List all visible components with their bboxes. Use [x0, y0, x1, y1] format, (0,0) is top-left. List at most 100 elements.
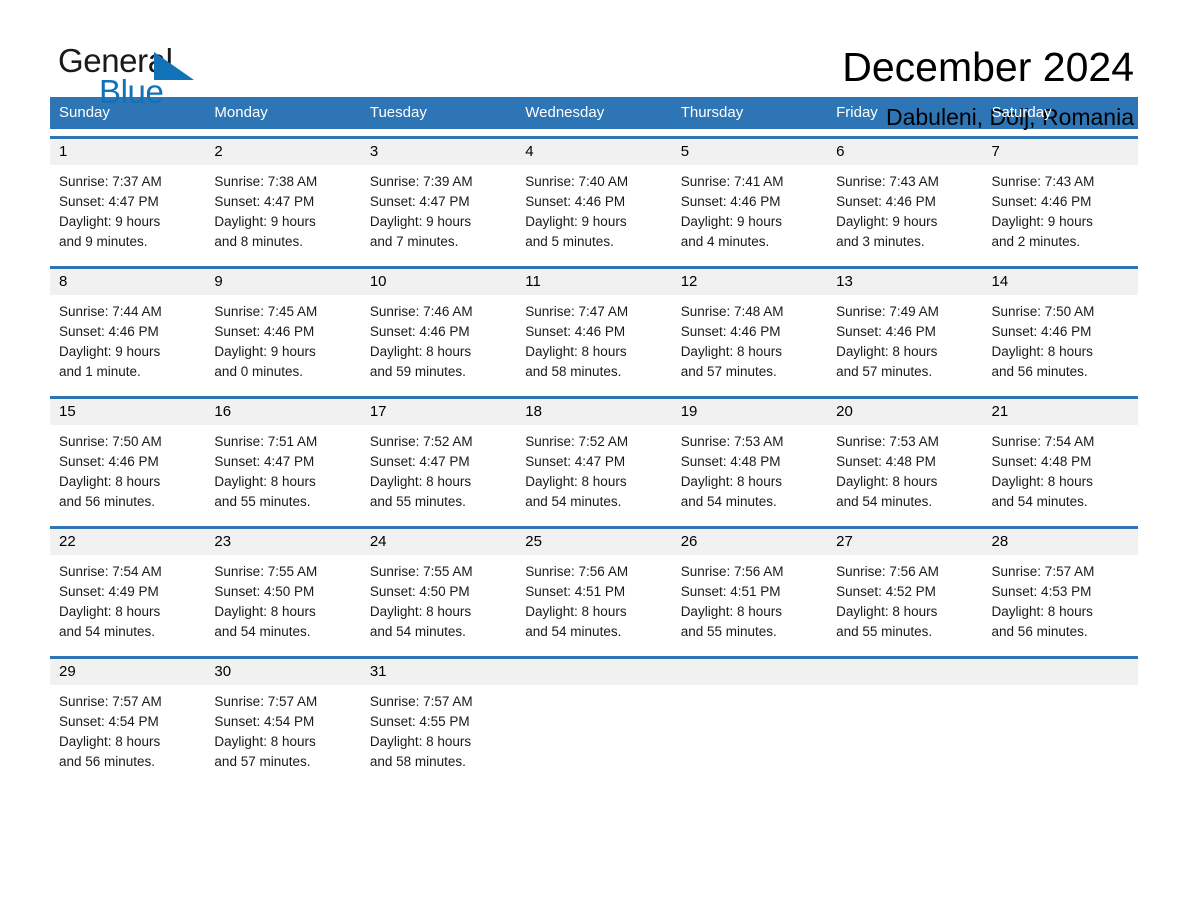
daylight-text-line2: and 54 minutes. — [680, 494, 777, 509]
sunrise-text: Sunrise: 7:45 AM — [214, 304, 318, 319]
day-cell[interactable]: 14 Sunrise: 7:50 AM Sunset: 4:46 PM Dayl… — [982, 269, 1138, 389]
calendar-page: General Blue December 2024 Dabuleni, Dol… — [0, 0, 1188, 918]
day-number: 3 — [360, 139, 517, 165]
day-cell[interactable]: 8 Sunrise: 7:44 AM Sunset: 4:46 PM Dayli… — [50, 269, 206, 389]
daylight-text-line2: and 58 minutes. — [525, 364, 622, 379]
sunset-text: Sunset: 4:53 PM — [991, 584, 1092, 599]
daylight-text-line1: Daylight: 9 hours — [680, 214, 782, 229]
daylight-text-line1: Daylight: 8 hours — [991, 604, 1093, 619]
day-cell[interactable]: 3 Sunrise: 7:39 AM Sunset: 4:47 PM Dayli… — [360, 139, 517, 259]
daylight-text-line1: Daylight: 8 hours — [214, 604, 316, 619]
day-cell[interactable]: 11 Sunrise: 7:47 AM Sunset: 4:46 PM Dayl… — [516, 269, 672, 389]
sunrise-text: Sunrise: 7:57 AM — [991, 564, 1095, 579]
daylight-text-line2: and 54 minutes. — [991, 494, 1088, 509]
sunrise-text: Sunrise: 7:37 AM — [59, 174, 162, 189]
day-number: 20 — [827, 399, 983, 425]
day-cell[interactable]: 16 Sunrise: 7:51 AM Sunset: 4:47 PM Dayl… — [205, 399, 361, 519]
sunset-text: Sunset: 4:47 PM — [59, 194, 159, 209]
day-cell[interactable]: 15 Sunrise: 7:50 AM Sunset: 4:46 PM Dayl… — [50, 399, 206, 519]
day-details — [516, 685, 671, 692]
sunset-text: Sunset: 4:50 PM — [369, 584, 470, 599]
sunrise-text: Sunrise: 7:57 AM — [59, 694, 162, 709]
day-number: 17 — [360, 399, 517, 425]
sunrise-text: Sunrise: 7:53 AM — [836, 434, 939, 449]
day-cell[interactable]: 20 Sunrise: 7:53 AM Sunset: 4:48 PM Dayl… — [827, 399, 983, 519]
daylight-text-line2: and 5 minutes. — [525, 234, 614, 249]
sunset-text: Sunset: 4:47 PM — [369, 454, 470, 469]
day-cell-empty — [516, 659, 672, 779]
week-row: 1 Sunrise: 7:37 AM Sunset: 4:47 PM Dayli… — [50, 136, 1138, 259]
logo-text-blue: Blue — [99, 73, 164, 110]
daylight-text-line2: and 0 minutes. — [214, 364, 303, 379]
sunrise-text: Sunrise: 7:48 AM — [680, 304, 784, 319]
sunrise-text: Sunrise: 7:57 AM — [214, 694, 318, 709]
sunrise-text: Sunrise: 7:50 AM — [59, 434, 162, 449]
day-details: Sunrise: 7:56 AM Sunset: 4:51 PM Dayligh… — [672, 555, 827, 642]
daylight-text-line1: Daylight: 9 hours — [214, 214, 316, 229]
daylight-text-line2: and 56 minutes. — [59, 494, 156, 509]
day-cell[interactable]: 5 Sunrise: 7:41 AM Sunset: 4:46 PM Dayli… — [671, 139, 828, 259]
daylight-text-line1: Daylight: 8 hours — [369, 734, 472, 749]
day-cell-empty — [671, 659, 828, 779]
day-details: Sunrise: 7:57 AM Sunset: 4:54 PM Dayligh… — [50, 685, 205, 772]
day-cell[interactable]: 31 Sunrise: 7:57 AM Sunset: 4:55 PM Dayl… — [360, 659, 517, 779]
day-cell[interactable]: 30 Sunrise: 7:57 AM Sunset: 4:54 PM Dayl… — [205, 659, 361, 779]
weekday-header-row: Sunday Monday Tuesday Wednesday Thursday… — [50, 97, 1138, 129]
general-blue-logo[interactable]: General Blue — [50, 42, 210, 116]
day-details: Sunrise: 7:56 AM Sunset: 4:51 PM Dayligh… — [516, 555, 671, 642]
day-cell[interactable]: 10 Sunrise: 7:46 AM Sunset: 4:46 PM Dayl… — [360, 269, 517, 389]
daylight-text-line2: and 55 minutes. — [680, 624, 777, 639]
daylight-text-line1: Daylight: 8 hours — [836, 604, 938, 619]
daylight-text-line2: and 57 minutes. — [680, 364, 777, 379]
daylight-text-line2: and 8 minutes. — [214, 234, 303, 249]
daylight-text-line2: and 4 minutes. — [680, 234, 770, 249]
day-cell[interactable]: 13 Sunrise: 7:49 AM Sunset: 4:46 PM Dayl… — [827, 269, 983, 389]
sunrise-text: Sunrise: 7:40 AM — [525, 174, 629, 189]
day-cell[interactable]: 18 Sunrise: 7:52 AM Sunset: 4:47 PM Dayl… — [516, 399, 672, 519]
day-details: Sunrise: 7:47 AM Sunset: 4:46 PM Dayligh… — [516, 295, 671, 382]
sunrise-text: Sunrise: 7:56 AM — [680, 564, 784, 579]
day-cell[interactable]: 1 Sunrise: 7:37 AM Sunset: 4:47 PM Dayli… — [50, 139, 206, 259]
day-number: 7 — [982, 139, 1138, 165]
daylight-text-line2: and 57 minutes. — [836, 364, 933, 379]
day-cell[interactable]: 9 Sunrise: 7:45 AM Sunset: 4:46 PM Dayli… — [205, 269, 361, 389]
day-cell-empty — [827, 659, 983, 779]
sunset-text: Sunset: 4:54 PM — [214, 714, 315, 729]
daylight-text-line1: Daylight: 9 hours — [214, 344, 316, 359]
day-number: 2 — [205, 139, 361, 165]
day-cell[interactable]: 25 Sunrise: 7:56 AM Sunset: 4:51 PM Dayl… — [516, 529, 672, 649]
day-cell[interactable]: 24 Sunrise: 7:55 AM Sunset: 4:50 PM Dayl… — [360, 529, 517, 649]
day-number: 9 — [205, 269, 361, 295]
day-cell[interactable]: 12 Sunrise: 7:48 AM Sunset: 4:46 PM Dayl… — [671, 269, 828, 389]
sunrise-text: Sunrise: 7:44 AM — [59, 304, 162, 319]
day-details: Sunrise: 7:39 AM Sunset: 4:47 PM Dayligh… — [361, 165, 516, 252]
day-number: 29 — [50, 659, 206, 685]
day-details: Sunrise: 7:57 AM Sunset: 4:55 PM Dayligh… — [361, 685, 516, 772]
day-cell[interactable]: 4 Sunrise: 7:40 AM Sunset: 4:46 PM Dayli… — [516, 139, 672, 259]
day-cell[interactable]: 7 Sunrise: 7:43 AM Sunset: 4:46 PM Dayli… — [982, 139, 1138, 259]
sunset-text: Sunset: 4:51 PM — [525, 584, 626, 599]
day-cell[interactable]: 6 Sunrise: 7:43 AM Sunset: 4:46 PM Dayli… — [827, 139, 983, 259]
day-cell[interactable]: 21 Sunrise: 7:54 AM Sunset: 4:48 PM Dayl… — [982, 399, 1138, 519]
day-details: Sunrise: 7:43 AM Sunset: 4:46 PM Dayligh… — [827, 165, 982, 252]
day-cell[interactable]: 23 Sunrise: 7:55 AM Sunset: 4:50 PM Dayl… — [205, 529, 361, 649]
day-cell[interactable]: 28 Sunrise: 7:57 AM Sunset: 4:53 PM Dayl… — [982, 529, 1138, 649]
daylight-text-line2: and 56 minutes. — [59, 754, 156, 769]
page-header: General Blue December 2024 Dabuleni, Dol… — [50, 0, 1138, 131]
day-cell[interactable]: 2 Sunrise: 7:38 AM Sunset: 4:47 PM Dayli… — [205, 139, 361, 259]
day-cell[interactable]: 29 Sunrise: 7:57 AM Sunset: 4:54 PM Dayl… — [50, 659, 206, 779]
sunrise-text: Sunrise: 7:54 AM — [59, 564, 162, 579]
daylight-text-line1: Daylight: 8 hours — [680, 604, 782, 619]
daylight-text-line2: and 54 minutes. — [369, 624, 466, 639]
sunrise-text: Sunrise: 7:39 AM — [369, 174, 473, 189]
day-cell[interactable]: 19 Sunrise: 7:53 AM Sunset: 4:48 PM Dayl… — [671, 399, 828, 519]
daylight-text-line1: Daylight: 8 hours — [525, 604, 627, 619]
day-cell[interactable]: 26 Sunrise: 7:56 AM Sunset: 4:51 PM Dayl… — [671, 529, 828, 649]
day-cell[interactable]: 27 Sunrise: 7:56 AM Sunset: 4:52 PM Dayl… — [827, 529, 983, 649]
day-cell[interactable]: 22 Sunrise: 7:54 AM Sunset: 4:49 PM Dayl… — [50, 529, 206, 649]
sunrise-text: Sunrise: 7:55 AM — [369, 564, 473, 579]
day-details: Sunrise: 7:37 AM Sunset: 4:47 PM Dayligh… — [50, 165, 205, 252]
daylight-text-line1: Daylight: 8 hours — [214, 474, 316, 489]
day-cell[interactable]: 17 Sunrise: 7:52 AM Sunset: 4:47 PM Dayl… — [360, 399, 517, 519]
day-number: 14 — [982, 269, 1138, 295]
